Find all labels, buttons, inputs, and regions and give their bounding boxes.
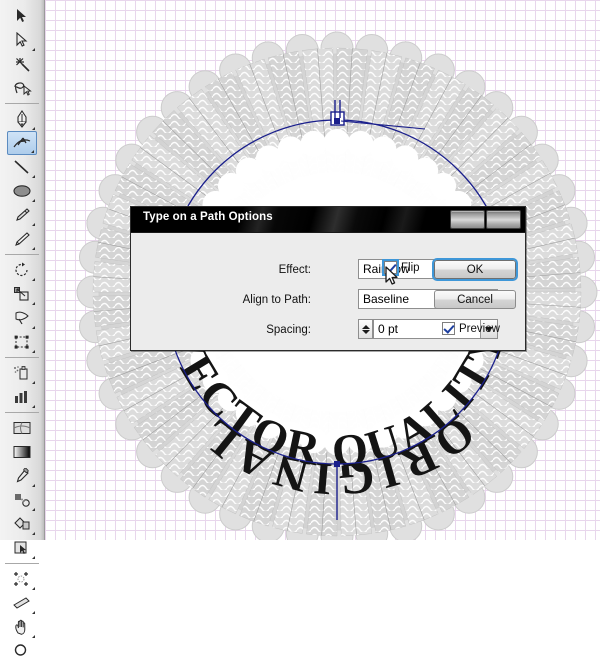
preview-checkbox-row[interactable]: Preview [442, 322, 500, 335]
dialog-body: Effect: Rainbow Align to Path: Baseline … [131, 233, 525, 352]
type-on-path-options-dialog[interactable]: Type on a Path Options Effect: Rainbow A… [130, 206, 526, 351]
tool-flyout-corner [32, 484, 35, 487]
symbol-sprayer-tool[interactable] [7, 361, 37, 385]
toolbar-divider [5, 563, 39, 564]
tool-flyout-corner [32, 175, 35, 178]
tool-flyout-corner [32, 635, 35, 638]
dialog-title: Type on a Path Options [143, 211, 273, 223]
effect-label: Effect: [278, 264, 311, 276]
spacing-label: Spacing: [266, 324, 311, 336]
tool-flyout-corner [32, 199, 35, 202]
path-bottom-anchor [334, 461, 340, 467]
tool-flyout-corner [32, 556, 35, 559]
spacing-stepper[interactable] [358, 319, 373, 339]
tool-flyout-corner [32, 405, 35, 408]
maximize-button[interactable] [486, 210, 521, 229]
tool-flyout-corner [32, 508, 35, 511]
tool-flyout-corner [32, 350, 35, 353]
stepper-down-icon[interactable] [361, 329, 370, 334]
cancel-label: Cancel [457, 293, 493, 306]
warp-tool[interactable] [7, 306, 37, 330]
eyedropper-tool[interactable] [7, 464, 37, 488]
tool-flyout-corner [32, 326, 35, 329]
tool-flyout-corner [32, 247, 35, 250]
ellipse-tool[interactable] [7, 179, 37, 203]
gradient-tool[interactable] [7, 440, 37, 464]
pen-tool[interactable] [7, 107, 37, 131]
artboard-tool[interactable] [7, 567, 37, 591]
direct-selection-tool[interactable] [7, 28, 37, 52]
align-to-path-label: Align to Path: [242, 294, 311, 306]
stepper-up-icon[interactable] [361, 324, 370, 329]
paintbrush-tool[interactable] [7, 203, 37, 227]
tool-flyout-corner [32, 587, 35, 590]
toolbar-divider [5, 254, 39, 255]
ok-label: OK [466, 263, 484, 276]
dialog-title-bar[interactable]: Type on a Path Options [131, 207, 525, 233]
selection-tool[interactable] [7, 4, 37, 28]
tool-flyout-corner [32, 48, 35, 51]
ok-button[interactable]: OK [432, 258, 518, 281]
line-segment-tool[interactable] [7, 155, 37, 179]
tool-flyout-corner [32, 278, 35, 281]
magic-wand-tool[interactable] [7, 52, 37, 76]
toolbar-divider [5, 103, 39, 104]
flip-label: Flip [401, 261, 420, 274]
tool-flyout-corner [32, 611, 35, 614]
preview-checkbox[interactable] [442, 322, 455, 335]
tool-flyout-corner [32, 223, 35, 226]
mesh-tool[interactable] [7, 416, 37, 440]
tools-panel[interactable] [0, 0, 45, 656]
live-paint-bucket-tool[interactable] [7, 512, 37, 536]
type-on-path-tool[interactable] [7, 131, 37, 155]
tool-flyout-corner [32, 302, 35, 305]
scale-tool[interactable] [7, 282, 37, 306]
toolbar-divider [5, 412, 39, 413]
toolbar-divider [5, 357, 39, 358]
tool-flyout-corner [32, 532, 35, 535]
zoom-tool[interactable] [7, 639, 37, 663]
tool-flyout-corner [32, 127, 35, 130]
cancel-button[interactable]: Cancel [434, 290, 516, 309]
lasso-tool[interactable] [7, 76, 37, 100]
free-transform-tool[interactable] [7, 330, 37, 354]
hand-tool[interactable] [7, 615, 37, 639]
blend-tool[interactable] [7, 488, 37, 512]
mouse-cursor [385, 266, 398, 285]
column-graph-tool[interactable] [7, 385, 37, 409]
preview-label: Preview [459, 322, 500, 335]
slice-tool[interactable] [7, 591, 37, 615]
rotate-tool[interactable] [7, 258, 37, 282]
path-anchor-point [334, 118, 340, 124]
tool-flyout-corner [31, 150, 34, 153]
tool-flyout-corner [32, 381, 35, 384]
pencil-tool[interactable] [7, 227, 37, 251]
minimize-button[interactable] [450, 210, 485, 229]
